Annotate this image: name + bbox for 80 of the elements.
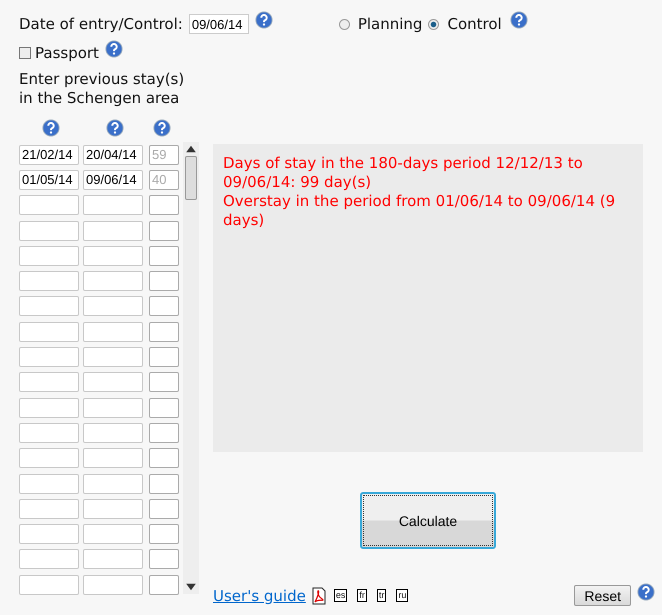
instructions-text: Enter previous stay(s) in the Schengen area <box>19 70 186 108</box>
days-field[interactable] <box>149 498 179 519</box>
to-date-field[interactable]: 20/04/14 <box>83 144 143 165</box>
help-icon[interactable] <box>637 582 655 600</box>
from-date-field[interactable] <box>19 549 79 570</box>
to-date-field[interactable] <box>83 195 143 216</box>
from-date-field[interactable] <box>19 372 79 392</box>
from-date-field[interactable]: 21/02/14 <box>19 144 79 165</box>
days-field[interactable] <box>149 398 179 418</box>
to-date-field[interactable] <box>83 296 143 316</box>
passport-label: Passport <box>35 44 99 62</box>
help-icon[interactable] <box>106 119 124 137</box>
to-date-field[interactable] <box>83 246 143 266</box>
scrollbar[interactable] <box>183 142 199 594</box>
to-date-field[interactable] <box>83 524 143 544</box>
to-date-field[interactable] <box>83 372 143 392</box>
from-date-field[interactable] <box>19 498 79 519</box>
from-date-field[interactable] <box>19 195 79 216</box>
from-date-field[interactable] <box>19 474 79 494</box>
days-field[interactable] <box>149 448 179 468</box>
days-field[interactable] <box>149 246 179 266</box>
to-date-field[interactable] <box>83 498 143 519</box>
days-field[interactable] <box>149 195 179 216</box>
to-date-field[interactable] <box>83 322 143 342</box>
days-field[interactable] <box>149 296 179 316</box>
help-icon[interactable] <box>254 11 273 29</box>
to-date-field[interactable] <box>83 474 143 494</box>
to-date-field[interactable] <box>83 422 143 443</box>
language-link[interactable]: fr <box>357 589 367 602</box>
radio-button[interactable] <box>338 18 350 30</box>
days-field[interactable] <box>149 347 179 368</box>
users-guide-link[interactable]: User's guide <box>213 586 306 604</box>
days-field[interactable] <box>149 474 179 494</box>
language-link[interactable]: es <box>334 589 348 602</box>
from-date-field[interactable] <box>19 574 79 595</box>
days-field[interactable] <box>149 372 179 392</box>
passport-checkbox[interactable] <box>19 47 31 59</box>
mode-label: Control <box>447 15 502 33</box>
from-date-field[interactable]: 01/05/14 <box>19 170 79 190</box>
from-date-field[interactable] <box>19 422 79 443</box>
to-date-field[interactable]: 09/06/14 <box>83 170 143 190</box>
days-field[interactable] <box>149 574 179 595</box>
language-link[interactable]: ru <box>396 589 408 602</box>
from-date-field[interactable] <box>19 220 79 241</box>
from-date-field[interactable] <box>19 448 79 468</box>
help-icon[interactable] <box>42 119 60 137</box>
help-icon[interactable] <box>510 11 528 29</box>
days-field[interactable] <box>149 524 179 544</box>
days-field[interactable] <box>149 422 179 443</box>
to-date-field[interactable] <box>83 448 143 468</box>
days-field[interactable] <box>149 271 179 292</box>
help-icon[interactable] <box>104 40 123 58</box>
entry-label: Date of entry/Control: <box>19 15 183 33</box>
language-link[interactable]: tr <box>376 589 386 602</box>
from-date-field[interactable] <box>19 322 79 342</box>
scrollbar-thumb[interactable] <box>185 156 197 200</box>
mode-label: Planning <box>358 15 422 33</box>
from-date-field[interactable] <box>19 246 79 266</box>
to-date-field[interactable] <box>83 347 143 368</box>
from-date-field[interactable] <box>19 524 79 544</box>
entry-date-field[interactable]: 09/06/14 <box>188 14 249 34</box>
from-date-field[interactable] <box>19 398 79 418</box>
result-text: Days of stay in the 180-days period 12/12/13 to 09/06/14: 99 day(s) <box>223 154 584 192</box>
calculate-button[interactable]: Calculate <box>360 492 496 549</box>
to-date-field[interactable] <box>83 398 143 418</box>
reset-button[interactable]: Reset <box>574 585 631 606</box>
from-date-field[interactable] <box>19 271 79 292</box>
help-icon[interactable] <box>153 119 171 137</box>
to-date-field[interactable] <box>83 220 143 241</box>
days-field[interactable] <box>149 549 179 570</box>
pdf-icon[interactable] <box>312 586 326 604</box>
to-date-field[interactable] <box>83 574 143 595</box>
days-field[interactable] <box>149 322 179 342</box>
result-text: Overstay in the period from 01/06/14 to 09/06/14 (9 days) <box>223 192 616 230</box>
from-date-field[interactable] <box>19 296 79 316</box>
days-field[interactable] <box>149 220 179 241</box>
from-date-field[interactable] <box>19 347 79 368</box>
to-date-field[interactable] <box>83 271 143 292</box>
to-date-field[interactable] <box>83 549 143 570</box>
radio-button[interactable] <box>428 18 440 30</box>
